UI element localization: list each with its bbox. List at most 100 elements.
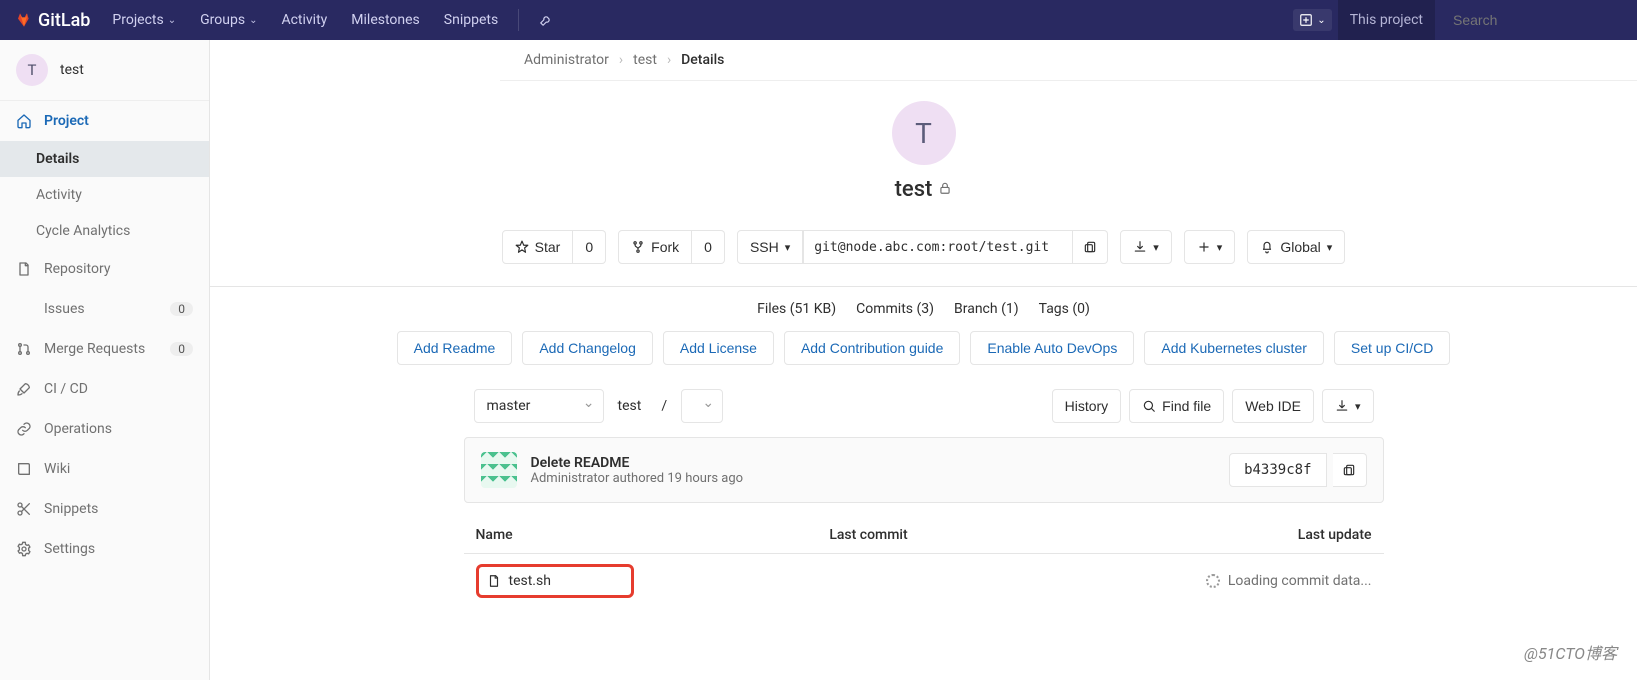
crumb-project[interactable]: test <box>633 52 657 68</box>
copy-url-button[interactable] <box>1073 230 1108 264</box>
project-avatar-small: T <box>16 54 48 86</box>
fork-count[interactable]: 0 <box>692 230 725 264</box>
download-source-dropdown[interactable]: ▾ <box>1322 389 1374 423</box>
col-last-update: Last update <box>1016 517 1384 554</box>
gear-icon <box>16 541 32 557</box>
breadcrumb: Administrator › test › Details <box>500 40 1637 81</box>
context-header[interactable]: T test <box>0 40 209 101</box>
add-changelog-button[interactable]: Add Changelog <box>522 331 653 365</box>
stat-branch[interactable]: Branch (1) <box>954 301 1019 317</box>
download-dropdown[interactable]: ▾ <box>1120 230 1172 264</box>
top-navbar: GitLab Projects⌄ Groups⌄ Activity Milest… <box>0 0 1637 40</box>
plus-square-icon <box>1299 13 1313 27</box>
file-icon <box>487 574 501 588</box>
commit-message[interactable]: Delete README <box>531 455 744 471</box>
chevron-down-icon: ▾ <box>1217 241 1223 254</box>
stat-files[interactable]: Files (51 KB) <box>757 301 836 317</box>
fork-icon <box>631 240 645 254</box>
sidebar-wiki[interactable]: Wiki <box>0 449 209 489</box>
path-dropdown[interactable] <box>681 389 723 423</box>
wrench-icon <box>539 13 553 27</box>
spinner-icon <box>1206 574 1220 588</box>
crumb-current: Details <box>681 52 724 68</box>
sidebar-mr-label: Merge Requests <box>44 341 145 357</box>
tanuki-icon <box>16 12 32 28</box>
nav-new-menu[interactable]: ⌄ <box>1293 9 1331 31</box>
sidebar-settings[interactable]: Settings <box>0 529 209 569</box>
enable-autodevops-button[interactable]: Enable Auto DevOps <box>970 331 1134 365</box>
gitlab-logo[interactable]: GitLab <box>16 10 90 31</box>
search-icon <box>1142 399 1156 413</box>
suggestion-row: Add Readme Add Changelog Add License Add… <box>210 331 1637 389</box>
book-icon <box>16 461 32 477</box>
notification-dropdown[interactable]: Global ▾ <box>1247 230 1345 264</box>
commit-author-avatar <box>481 452 517 488</box>
brand-text: GitLab <box>38 10 90 31</box>
sidebar-item-activity[interactable]: Activity <box>0 177 209 213</box>
path-root[interactable]: test <box>612 398 648 414</box>
project-title: test <box>895 177 953 202</box>
add-readme-button[interactable]: Add Readme <box>397 331 513 365</box>
annotation-highlight: test.sh <box>476 564 634 598</box>
protocol-dropdown[interactable]: SSH▾ <box>737 230 803 264</box>
nav-activity[interactable]: Activity <box>271 0 337 40</box>
sidebar-repository-label: Repository <box>44 261 110 277</box>
sidebar-issues[interactable]: Issues 0 <box>0 289 209 329</box>
lock-icon <box>938 181 952 199</box>
search-input[interactable] <box>1441 0 1621 40</box>
chevron-down-icon: ▾ <box>1327 241 1333 254</box>
scissors-icon <box>16 501 32 517</box>
file-link-test-sh[interactable]: test.sh <box>487 573 551 589</box>
sidebar-cicd-label: CI / CD <box>44 381 88 397</box>
web-ide-button[interactable]: Web IDE <box>1232 389 1314 423</box>
fork-button[interactable]: Fork <box>618 230 692 264</box>
sidebar-snippets[interactable]: Snippets <box>0 489 209 529</box>
chevron-down-icon: ⌄ <box>1317 15 1325 26</box>
sidebar-item-details[interactable]: Details <box>0 141 209 177</box>
sidebar-repository[interactable]: Repository <box>0 249 209 289</box>
search-field[interactable] <box>1453 12 1609 28</box>
sidebar-cicd[interactable]: CI / CD <box>0 369 209 409</box>
context-name: test <box>60 62 84 78</box>
search-scope[interactable]: This project <box>1338 0 1435 40</box>
doc-icon <box>16 261 32 277</box>
sidebar-operations[interactable]: Operations <box>0 409 209 449</box>
commit-meta: Administrator authored 19 hours ago <box>531 471 744 486</box>
nav-milestones[interactable]: Milestones <box>341 0 430 40</box>
nav-admin-wrench[interactable] <box>529 0 563 40</box>
clone-url-input[interactable] <box>803 230 1073 264</box>
chevron-down-icon: ▾ <box>1355 400 1361 413</box>
watermark: @51CTO博客 <box>1524 640 1617 664</box>
setup-cicd-button[interactable]: Set up CI/CD <box>1334 331 1450 365</box>
project-action-row: Star 0 Fork 0 SSH▾ ▾ <box>210 212 1637 287</box>
chevron-down-icon: ▾ <box>1153 241 1159 254</box>
commit-sha[interactable]: b4339c8f <box>1229 453 1326 487</box>
stat-tags[interactable]: Tags (0) <box>1039 301 1090 317</box>
add-license-button[interactable]: Add License <box>663 331 774 365</box>
star-group: Star 0 <box>502 230 606 264</box>
history-button[interactable]: History <box>1052 389 1122 423</box>
plus-dropdown[interactable]: ▾ <box>1184 230 1236 264</box>
nav-projects[interactable]: Projects⌄ <box>102 0 186 40</box>
find-file-button[interactable]: Find file <box>1129 389 1224 423</box>
fork-group: Fork 0 <box>618 230 725 264</box>
stat-commits[interactable]: Commits (3) <box>856 301 934 317</box>
copy-sha-button[interactable] <box>1333 453 1367 487</box>
mr-count-badge: 0 <box>170 342 193 356</box>
app-body: T test Project Details Activity Cycle An… <box>0 40 1637 680</box>
sidebar-item-cycle-analytics[interactable]: Cycle Analytics <box>0 213 209 249</box>
clipboard-icon <box>1083 240 1097 254</box>
crumb-owner[interactable]: Administrator <box>524 52 609 68</box>
sidebar-merge-requests[interactable]: Merge Requests 0 <box>0 329 209 369</box>
divider <box>518 9 519 31</box>
sidebar-project[interactable]: Project <box>0 101 209 141</box>
add-contribution-button[interactable]: Add Contribution guide <box>784 331 960 365</box>
star-button[interactable]: Star <box>502 230 574 264</box>
branch-select[interactable]: master <box>474 389 604 423</box>
nav-snippets[interactable]: Snippets <box>434 0 508 40</box>
nav-left: GitLab Projects⌄ Groups⌄ Activity Milest… <box>16 0 563 40</box>
star-count[interactable]: 0 <box>573 230 606 264</box>
nav-groups[interactable]: Groups⌄ <box>190 0 267 40</box>
add-kubernetes-button[interactable]: Add Kubernetes cluster <box>1144 331 1324 365</box>
col-name: Name <box>464 517 818 554</box>
